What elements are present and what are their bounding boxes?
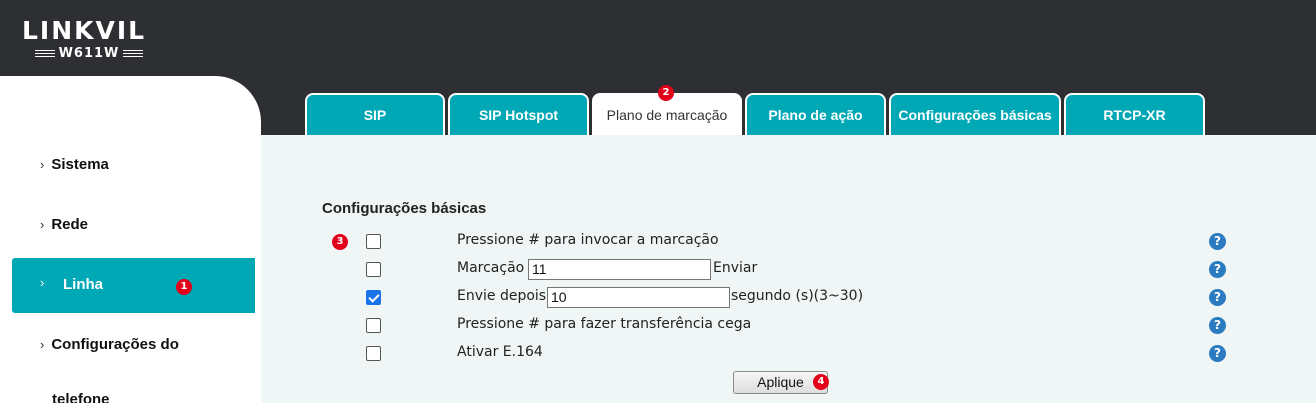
sidebar-item-label: Rede <box>51 216 89 233</box>
annotation-badge: 4 <box>813 374 829 390</box>
chevron-right-icon: › <box>40 217 45 232</box>
sidebar-item-label: telefone <box>52 391 110 403</box>
logo-brand-text: LINKVIL <box>22 16 147 45</box>
tab-plano-de-acao[interactable]: Plano de ação <box>745 93 886 135</box>
dial-send-checkbox[interactable] <box>366 262 381 277</box>
chevron-right-icon: › <box>40 157 45 172</box>
send-after-input[interactable]: 10 <box>547 287 730 308</box>
tab-label: SIP Hotspot <box>478 107 559 123</box>
sidebar-item-label: Sistema <box>51 156 109 173</box>
row-label: Pressione # para fazer transferência ceg… <box>457 316 752 332</box>
sidebar-item-rede[interactable]: › Rede <box>40 216 88 233</box>
annotation-badge: 3 <box>332 234 348 250</box>
row-suffix: Enviar <box>713 260 758 276</box>
tab-label: SIP <box>363 107 387 123</box>
logo-model: W611W <box>28 46 150 61</box>
tab-sip[interactable]: SIP <box>305 93 445 135</box>
tab-configuracoes-basicas[interactable]: Configurações básicas <box>889 93 1061 135</box>
logo-left-lines <box>34 50 55 57</box>
help-icon[interactable]: ? <box>1209 345 1226 362</box>
sidebar-item-label: Configurações do <box>51 336 179 353</box>
help-icon[interactable]: ? <box>1209 289 1226 306</box>
sidebar-item-linha[interactable]: › Linha 1 <box>12 258 255 313</box>
row-suffix: segundo (s)(3~30) <box>731 288 864 304</box>
sidebar: › Sistema › Rede › Linha 1 › Configuraçõ… <box>0 76 261 403</box>
press-hash-dial-checkbox[interactable] <box>366 234 381 249</box>
row-label: Marcação <box>457 260 525 276</box>
row-label: Ativar E.164 <box>457 344 543 360</box>
tab-label: Plano de ação <box>768 107 863 123</box>
sidebar-item-configuracoes-do-telefone[interactable]: › Configurações do <box>40 336 179 353</box>
tab-label: Plano de marcação <box>606 107 728 123</box>
help-icon[interactable]: ? <box>1209 233 1226 250</box>
chevron-right-icon: › <box>40 337 45 352</box>
apply-button-label: Aplique <box>757 374 804 390</box>
chevron-right-icon: › <box>40 275 45 290</box>
annotation-badge: 2 <box>658 85 674 101</box>
enable-e164-checkbox[interactable] <box>366 346 381 361</box>
send-after-checkbox[interactable] <box>366 290 381 305</box>
tab-sip-hotspot[interactable]: SIP Hotspot <box>448 93 589 135</box>
content-panel <box>261 135 1316 403</box>
dial-send-input[interactable]: 11 <box>528 259 711 280</box>
brand-logo: LINKVIL W611W <box>22 16 150 62</box>
tab-rtcp-xr[interactable]: RTCP-XR <box>1064 93 1205 135</box>
row-label: Envie depois <box>457 288 547 304</box>
tab-label: RTCP-XR <box>1103 107 1166 123</box>
sidebar-item-label-continued: telefone <box>52 391 110 403</box>
logo-model-text: W611W <box>58 46 120 61</box>
annotation-badge: 1 <box>176 279 192 295</box>
help-icon[interactable]: ? <box>1209 317 1226 334</box>
sidebar-item-label: Linha <box>63 276 103 293</box>
sidebar-item-sistema[interactable]: › Sistema <box>40 156 109 173</box>
row-label: Pressione # para invocar a marcação <box>457 232 719 248</box>
section-title: Configurações básicas <box>322 200 487 217</box>
logo-right-lines <box>123 50 144 57</box>
tab-label: Configurações básicas <box>898 107 1052 123</box>
blind-transfer-checkbox[interactable] <box>366 318 381 333</box>
help-icon[interactable]: ? <box>1209 261 1226 278</box>
